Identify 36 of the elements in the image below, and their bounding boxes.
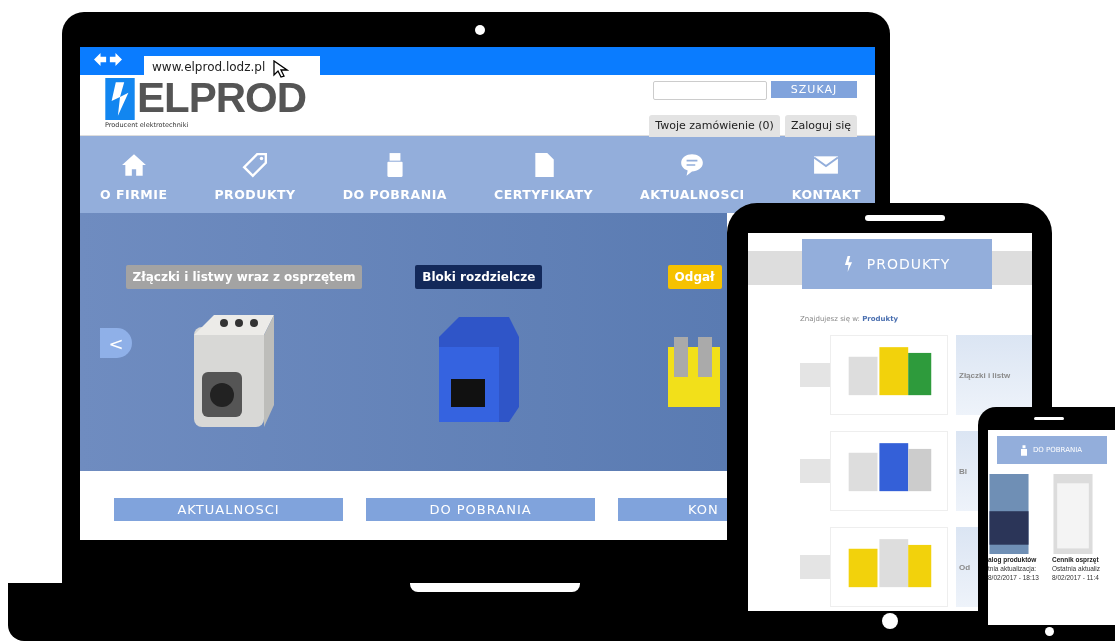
home-button[interactable] [882,613,898,629]
home-icon [120,152,147,178]
slide-title[interactable]: Odgał [667,265,722,289]
lightning-logo-icon [105,78,135,120]
section-title: PRODUKTY [866,256,951,272]
back-forward-arrows-icon [94,52,122,67]
nav-link[interactable]: PRODUKTY [214,187,296,202]
nav-link[interactable]: AKTUALNOSCI [640,187,745,202]
product-category-label[interactable]: Od [956,527,978,607]
slide-title[interactable]: Złączki i listwy wraz z osprzętem [125,265,363,289]
product-category-label[interactable]: Bl [956,431,978,511]
search-button[interactable]: SZUKAJ [771,81,857,98]
url-text: www.elprod.lodz.pl [152,60,266,76]
camera-lens [475,25,485,35]
usb-stick-icon [1020,444,1027,456]
speech-bubble-icon [679,152,706,178]
tag-icon [242,152,269,178]
previous-slide-button[interactable]: < [100,328,132,358]
account-tab[interactable]: Zaloguj się [784,115,857,137]
home-button[interactable] [1045,627,1054,636]
account-tab[interactable]: Twoje zamówienie (0) [649,115,780,137]
terminal-strip-drawing [667,337,720,407]
section-button[interactable]: KON [618,498,727,521]
slide-title[interactable]: Bloki rozdzielcze [415,265,543,289]
product-category-label[interactable]: Złączki i listw [956,335,1032,415]
url-field[interactable]: www.elprod.lodz.pl [144,56,320,78]
nav-link[interactable]: CERTYFIKATY [494,187,593,202]
cursor-icon [273,60,290,78]
search-field[interactable] [653,81,767,100]
section-button[interactable]: DO POBRANIA [366,498,595,521]
nav-link[interactable]: O FIRMIE [100,187,168,202]
nav-link[interactable]: KONTAKT [791,187,861,202]
nav-link[interactable]: DO POBRANIA [342,187,447,202]
logo-text: ELPROD [137,76,306,120]
section-button[interactable]: AKTUALNOSCI [114,498,343,521]
lightning-icon [843,256,853,272]
